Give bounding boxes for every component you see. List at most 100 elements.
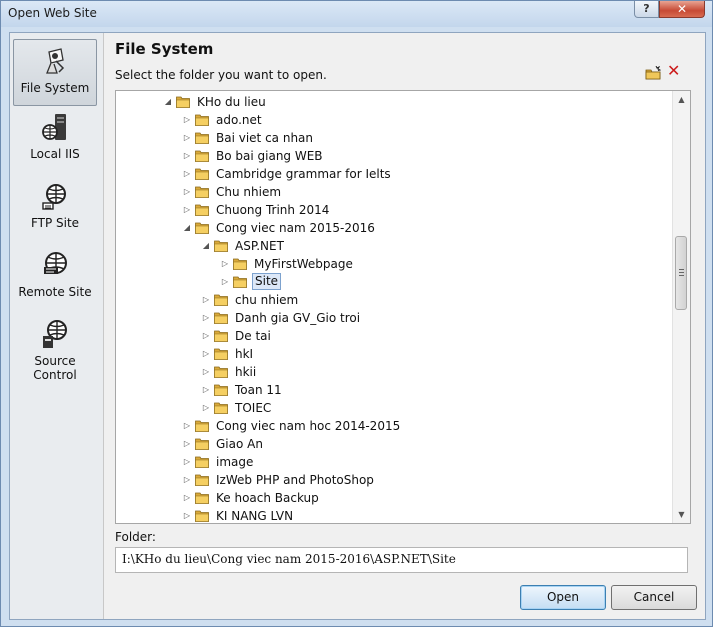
folder-icon bbox=[195, 186, 209, 198]
tree-row[interactable]: ▷ Danh gia GV_Gio troi bbox=[201, 309, 561, 327]
collapsed-arrow-icon[interactable]: ▷ bbox=[182, 507, 192, 523]
collapsed-arrow-icon[interactable]: ▷ bbox=[201, 381, 211, 399]
dialog-content: File System Local IIS FTP Site Remote Si… bbox=[9, 32, 706, 620]
open-web-site-dialog: Open Web Site ? ✕ File System Local IIS … bbox=[0, 0, 713, 627]
tree-row-label: TOIEC bbox=[235, 401, 272, 415]
folder-icon bbox=[195, 510, 209, 522]
folder-icon bbox=[195, 222, 209, 234]
collapsed-arrow-icon[interactable]: ▷ bbox=[182, 417, 192, 435]
title-bar[interactable]: Open Web Site ? ✕ bbox=[1, 1, 712, 27]
open-button[interactable]: Open bbox=[520, 585, 606, 610]
tree-row[interactable]: ▷ KI NANG LVN bbox=[182, 507, 542, 523]
folder-icon bbox=[233, 258, 247, 270]
folder-icon bbox=[195, 474, 209, 486]
collapsed-arrow-icon[interactable]: ▷ bbox=[201, 399, 211, 417]
scrollbar-thumb[interactable] bbox=[675, 236, 687, 310]
tree-row[interactable]: ▷ Giao An bbox=[182, 435, 542, 453]
local-iis-icon bbox=[42, 114, 66, 140]
nav-local-iis[interactable]: Local IIS bbox=[13, 112, 97, 161]
folder-icon bbox=[195, 132, 209, 144]
collapsed-arrow-icon[interactable]: ▷ bbox=[201, 363, 211, 381]
folder-icon bbox=[214, 330, 228, 342]
ftp-site-icon bbox=[42, 184, 66, 210]
nav-ftp-site[interactable]: FTP Site bbox=[13, 181, 97, 230]
collapsed-arrow-icon[interactable]: ▷ bbox=[182, 489, 192, 507]
tree-row-label: KI NANG LVN bbox=[216, 509, 294, 523]
tree-row[interactable]: ▷ image bbox=[182, 453, 542, 471]
folder-icon bbox=[214, 240, 228, 252]
collapsed-arrow-icon[interactable]: ▷ bbox=[182, 201, 192, 219]
collapsed-arrow-icon[interactable]: ▷ bbox=[182, 165, 192, 183]
folder-icon bbox=[195, 492, 209, 504]
scroll-down-arrow-icon[interactable]: ▼ bbox=[673, 506, 690, 523]
collapsed-arrow-icon[interactable]: ▷ bbox=[182, 147, 192, 165]
cancel-button[interactable]: Cancel bbox=[611, 585, 697, 610]
tree-row-label: De tai bbox=[235, 329, 271, 343]
tree-row-label: Cong viec nam hoc 2014-2015 bbox=[216, 419, 401, 433]
collapsed-arrow-icon[interactable]: ▷ bbox=[220, 255, 230, 273]
folder-icon bbox=[214, 348, 228, 360]
tree-row-label: Chuong Trinh 2014 bbox=[216, 203, 330, 217]
nav-source-control[interactable]: Source Control bbox=[13, 319, 97, 382]
tree-row[interactable]: ▷ hkI bbox=[201, 345, 561, 363]
tree-row-label: Ke hoach Backup bbox=[216, 491, 319, 505]
tree-row[interactable]: ▷ TOIEC bbox=[201, 399, 561, 417]
folder-icon bbox=[195, 168, 209, 180]
tree-row[interactable]: ▷ Chu nhiem bbox=[182, 183, 542, 201]
folder-icon bbox=[214, 312, 228, 324]
help-button[interactable]: ? bbox=[634, 1, 659, 18]
tree-row[interactable]: ▷ Site bbox=[220, 273, 580, 291]
collapsed-arrow-icon[interactable]: ▷ bbox=[182, 435, 192, 453]
folder-path-input[interactable]: I:\KHo du lieu\Cong viec nam 2015-2016\A… bbox=[115, 547, 688, 573]
tree-row[interactable]: ▷ De tai bbox=[201, 327, 561, 345]
collapsed-arrow-icon[interactable]: ▷ bbox=[220, 273, 230, 291]
delete-icon[interactable]: ✕ bbox=[667, 63, 681, 79]
tree-row[interactable]: ▷ Bai viet ca nhan bbox=[182, 129, 542, 147]
tree-row[interactable]: ▷ MyFirstWebpage bbox=[220, 255, 580, 273]
tree-row[interactable]: ▷ Cambridge grammar for Ielts bbox=[182, 165, 542, 183]
collapsed-arrow-icon[interactable]: ▷ bbox=[182, 111, 192, 129]
tree-row[interactable]: ▷ Ke hoach Backup bbox=[182, 489, 542, 507]
tree-row[interactable]: ▷ IzWeb PHP and PhotoShop bbox=[182, 471, 542, 489]
collapsed-arrow-icon[interactable]: ▷ bbox=[182, 453, 192, 471]
expanded-arrow-icon[interactable]: ◢ bbox=[201, 237, 211, 255]
nav-remote-site[interactable]: Remote Site bbox=[13, 250, 97, 299]
folder-tree[interactable]: ▷ KI NANG LVN ▷ Ke hoach Backup ▷ IzWeb PHP a… bbox=[115, 90, 691, 524]
tree-row[interactable]: ▷ Cong viec nam hoc 2014-2015 bbox=[182, 417, 542, 435]
tree-row[interactable]: ▷ Chuong Trinh 2014 bbox=[182, 201, 542, 219]
tree-row[interactable]: ◢ Cong viec nam 2015-2016 bbox=[182, 219, 542, 237]
file-system-icon bbox=[46, 48, 65, 74]
tree-row-label: Cong viec nam 2015-2016 bbox=[216, 221, 375, 235]
folder-icon bbox=[195, 438, 209, 450]
scroll-up-arrow-icon[interactable]: ▲ bbox=[673, 91, 690, 108]
collapsed-arrow-icon[interactable]: ▷ bbox=[201, 309, 211, 327]
tree-scrollbar[interactable]: ▲ ▼ bbox=[672, 91, 690, 523]
collapsed-arrow-icon[interactable]: ▷ bbox=[182, 471, 192, 489]
tree-row-label: chu nhiem bbox=[235, 293, 299, 307]
collapsed-arrow-icon[interactable]: ▷ bbox=[182, 129, 192, 147]
tree-row-label: Danh gia GV_Gio troi bbox=[235, 311, 361, 325]
close-button[interactable]: ✕ bbox=[659, 1, 705, 18]
collapsed-arrow-icon[interactable]: ▷ bbox=[201, 291, 211, 309]
tree-row[interactable]: ▷ Toan 11 bbox=[201, 381, 561, 399]
expanded-arrow-icon[interactable]: ◢ bbox=[182, 219, 192, 237]
tree-row[interactable]: ◢ ASP.NET bbox=[201, 237, 561, 255]
tree-row-label: KHo du lieu bbox=[197, 95, 266, 109]
nav-file-system[interactable]: File System bbox=[13, 39, 97, 106]
window-title: Open Web Site bbox=[8, 6, 97, 20]
tree-row-label: MyFirstWebpage bbox=[254, 257, 353, 271]
expanded-arrow-icon[interactable]: ◢ bbox=[163, 93, 173, 111]
tree-row[interactable]: ▷ chu nhiem bbox=[201, 291, 561, 309]
tree-row[interactable]: ▷ Bo bai giang WEB bbox=[182, 147, 542, 165]
collapsed-arrow-icon[interactable]: ▷ bbox=[182, 183, 192, 201]
collapsed-arrow-icon[interactable]: ▷ bbox=[201, 345, 211, 363]
new-folder-icon[interactable] bbox=[645, 66, 661, 80]
tree-row-label: Chu nhiem bbox=[216, 185, 282, 199]
folder-icon bbox=[233, 276, 247, 288]
folder-icon bbox=[214, 366, 228, 378]
tree-row[interactable]: ◢ KHo du lieu bbox=[163, 93, 523, 111]
folder-icon bbox=[195, 114, 209, 126]
tree-row[interactable]: ▷ ado.net bbox=[182, 111, 542, 129]
collapsed-arrow-icon[interactable]: ▷ bbox=[201, 327, 211, 345]
tree-row[interactable]: ▷ hkii bbox=[201, 363, 561, 381]
